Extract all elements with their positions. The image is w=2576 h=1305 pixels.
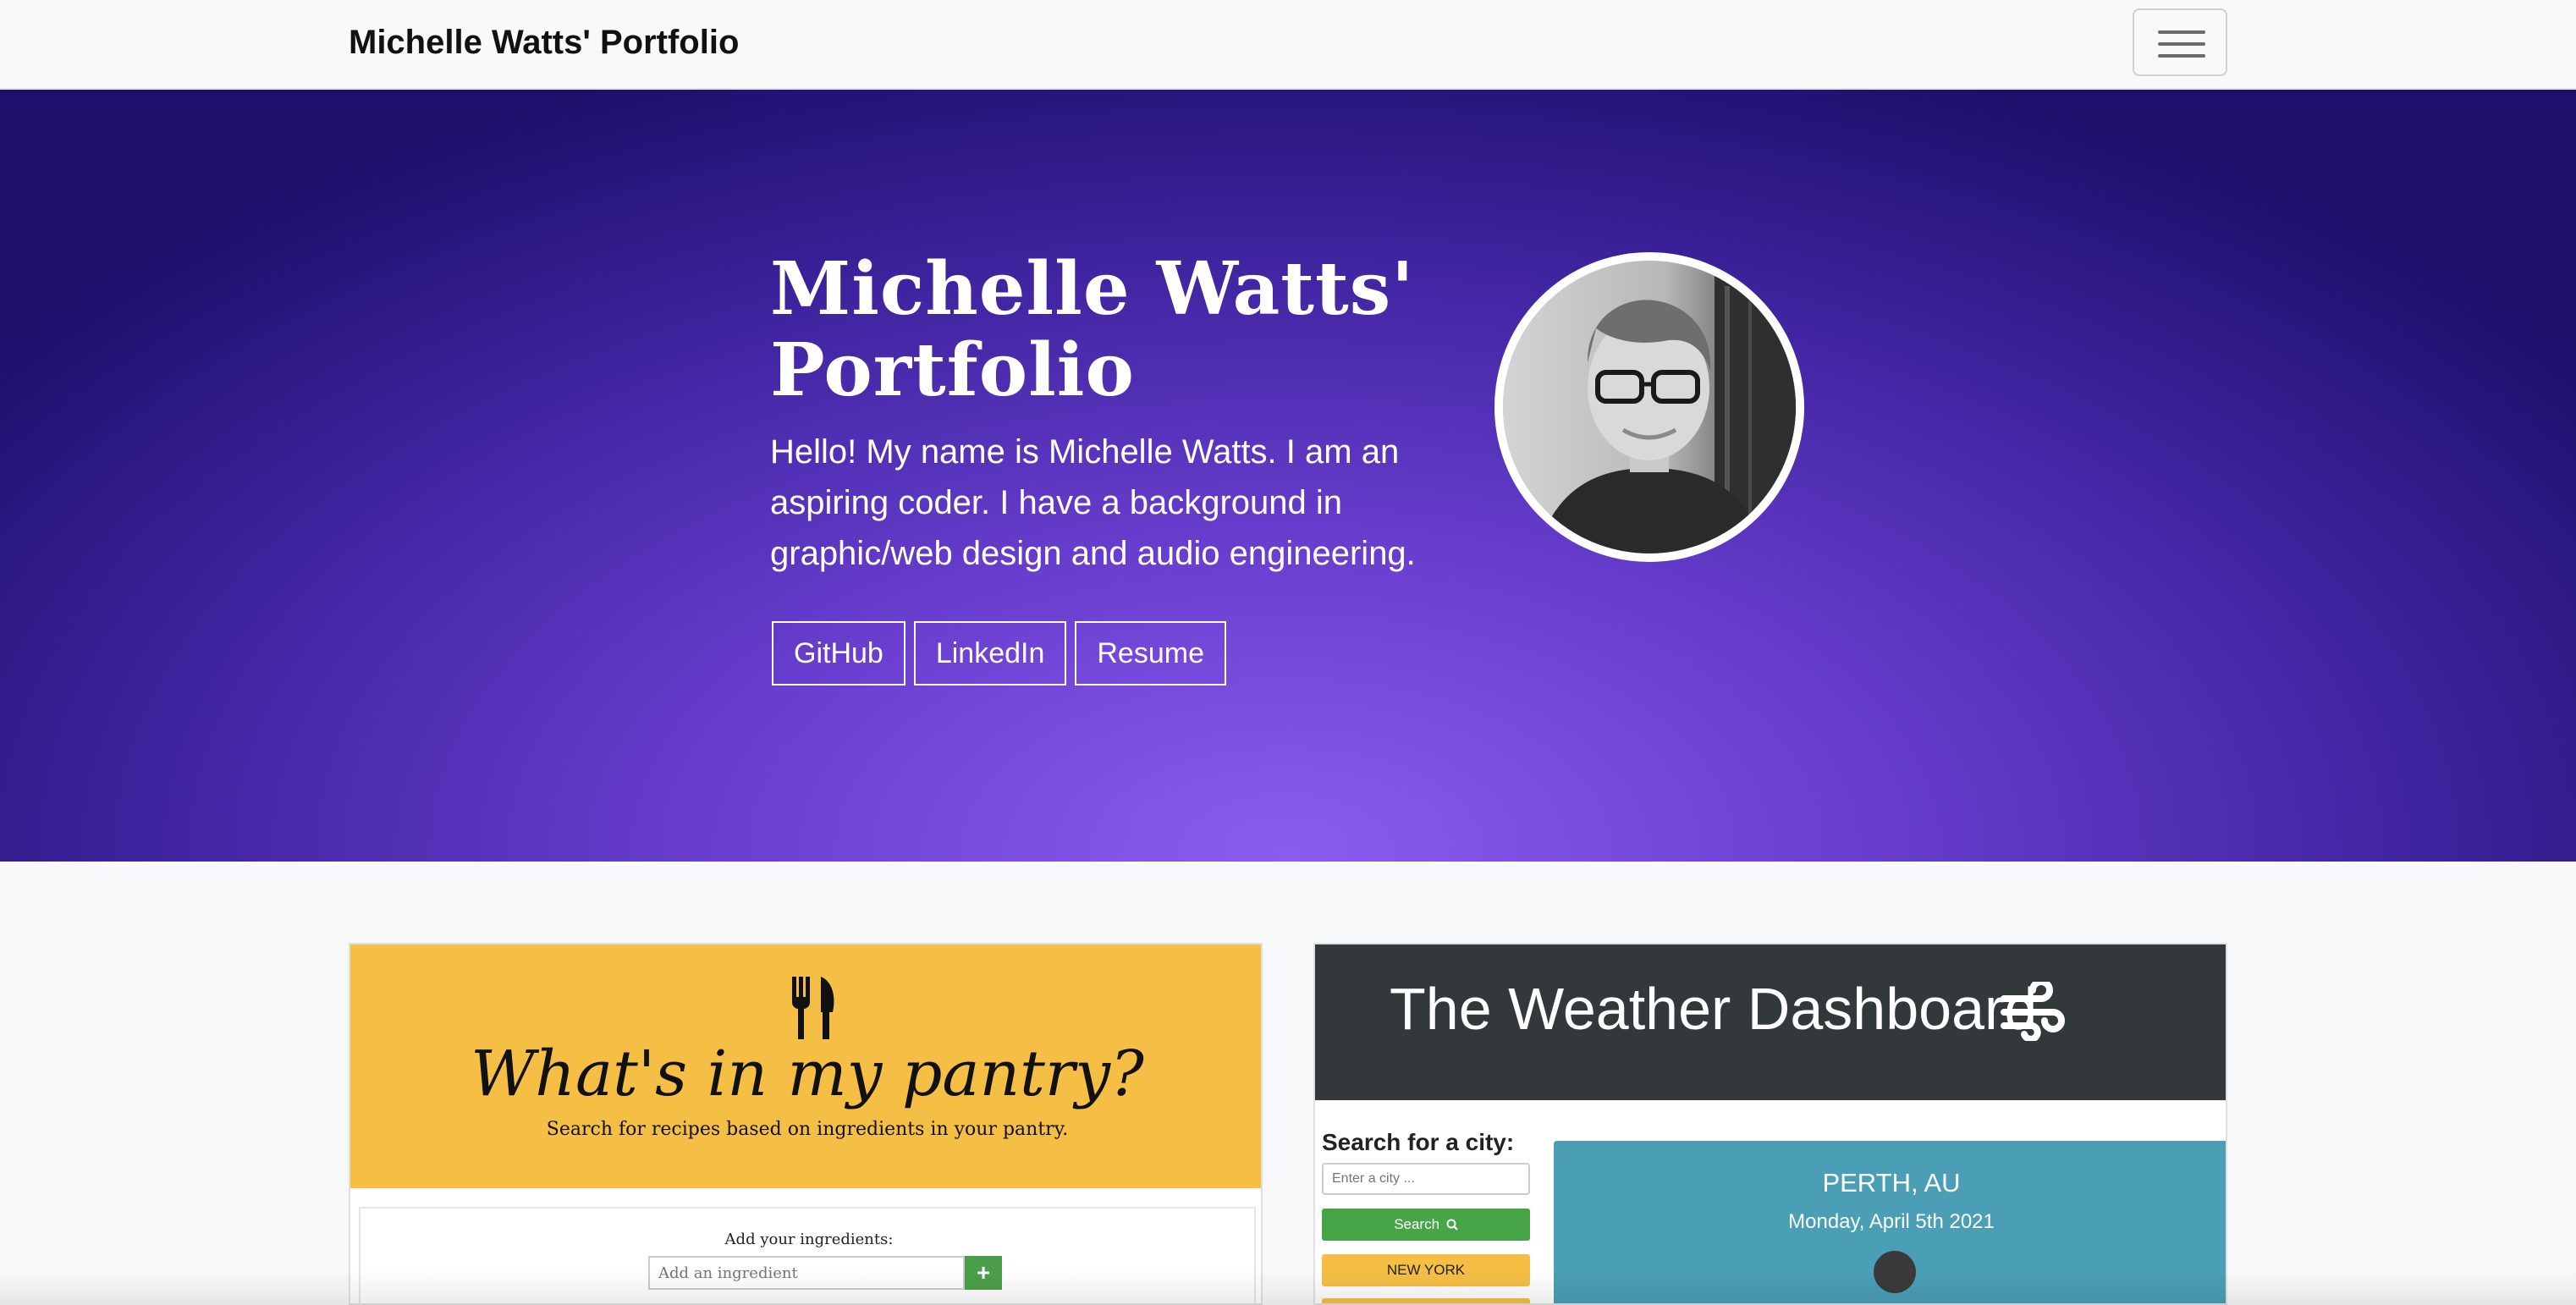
pantry-form: Add your ingredients: + — [359, 1207, 1256, 1303]
add-ingredient-button[interactable]: + — [965, 1256, 1002, 1290]
current-weather-panel: PERTH, AU Monday, April 5th 2021 — [1554, 1141, 2226, 1303]
navbar-toggle-button[interactable] — [2133, 8, 2227, 76]
hero-title: Michelle Watts' Portfolio — [770, 246, 1415, 413]
ingredient-input[interactable] — [648, 1256, 965, 1290]
city-search-button[interactable]: Search — [1322, 1209, 1530, 1241]
hamburger-menu-icon — [2158, 54, 2205, 58]
pantry-title: What's in my pantry? — [471, 1038, 1144, 1110]
pantry-subtitle: Search for recipes based on ingredients … — [546, 1119, 1069, 1140]
hamburger-menu-icon — [2158, 30, 2205, 34]
wind-icon — [2001, 982, 2065, 1041]
current-city: PERTH, AU — [1822, 1168, 1961, 1198]
profile-avatar — [1494, 252, 1804, 562]
city-search-input[interactable] — [1322, 1163, 1530, 1195]
current-date: Monday, April 5th 2021 — [1788, 1210, 1995, 1233]
search-icon — [1446, 1219, 1458, 1231]
ingredient-label: Add your ingredients: — [724, 1231, 894, 1248]
city-search-label: Search for a city: — [1322, 1129, 1515, 1155]
weather-header: The Weather Dashboard — [1315, 944, 2226, 1100]
hero-intro: Hello! My name is Michelle Watts. I am a… — [770, 433, 1416, 572]
weather-title: The Weather Dashboard — [1390, 976, 2038, 1042]
weather-condition-icon — [1874, 1251, 1916, 1293]
city-history-button[interactable]: NEW YORK — [1322, 1254, 1530, 1286]
fork-knife-icon — [792, 977, 834, 1039]
github-button[interactable]: GitHub — [772, 621, 905, 686]
navbar: Michelle Watts' Portfolio — [0, 0, 2576, 90]
search-button-label: Search — [1394, 1216, 1440, 1232]
hero-section: Michelle Watts' Portfolio Hello! My name… — [0, 90, 2576, 862]
hamburger-menu-icon — [2158, 42, 2205, 46]
profile-photo — [1503, 261, 1796, 553]
project-card-pantry[interactable]: What's in my pantry? Search for recipes … — [349, 943, 1263, 1305]
project-card-weather[interactable]: The Weather Dashboard Search for a city:… — [1313, 943, 2227, 1305]
navbar-brand[interactable]: Michelle Watts' Portfolio — [349, 19, 739, 66]
hero-button-row: GitHub LinkedIn Resume — [772, 621, 1226, 686]
linkedin-button[interactable]: LinkedIn — [913, 621, 1067, 686]
resume-button[interactable]: Resume — [1075, 621, 1226, 686]
pantry-header: What's in my pantry? Search for recipes … — [350, 944, 1261, 1188]
city-history-button[interactable] — [1322, 1298, 1530, 1303]
